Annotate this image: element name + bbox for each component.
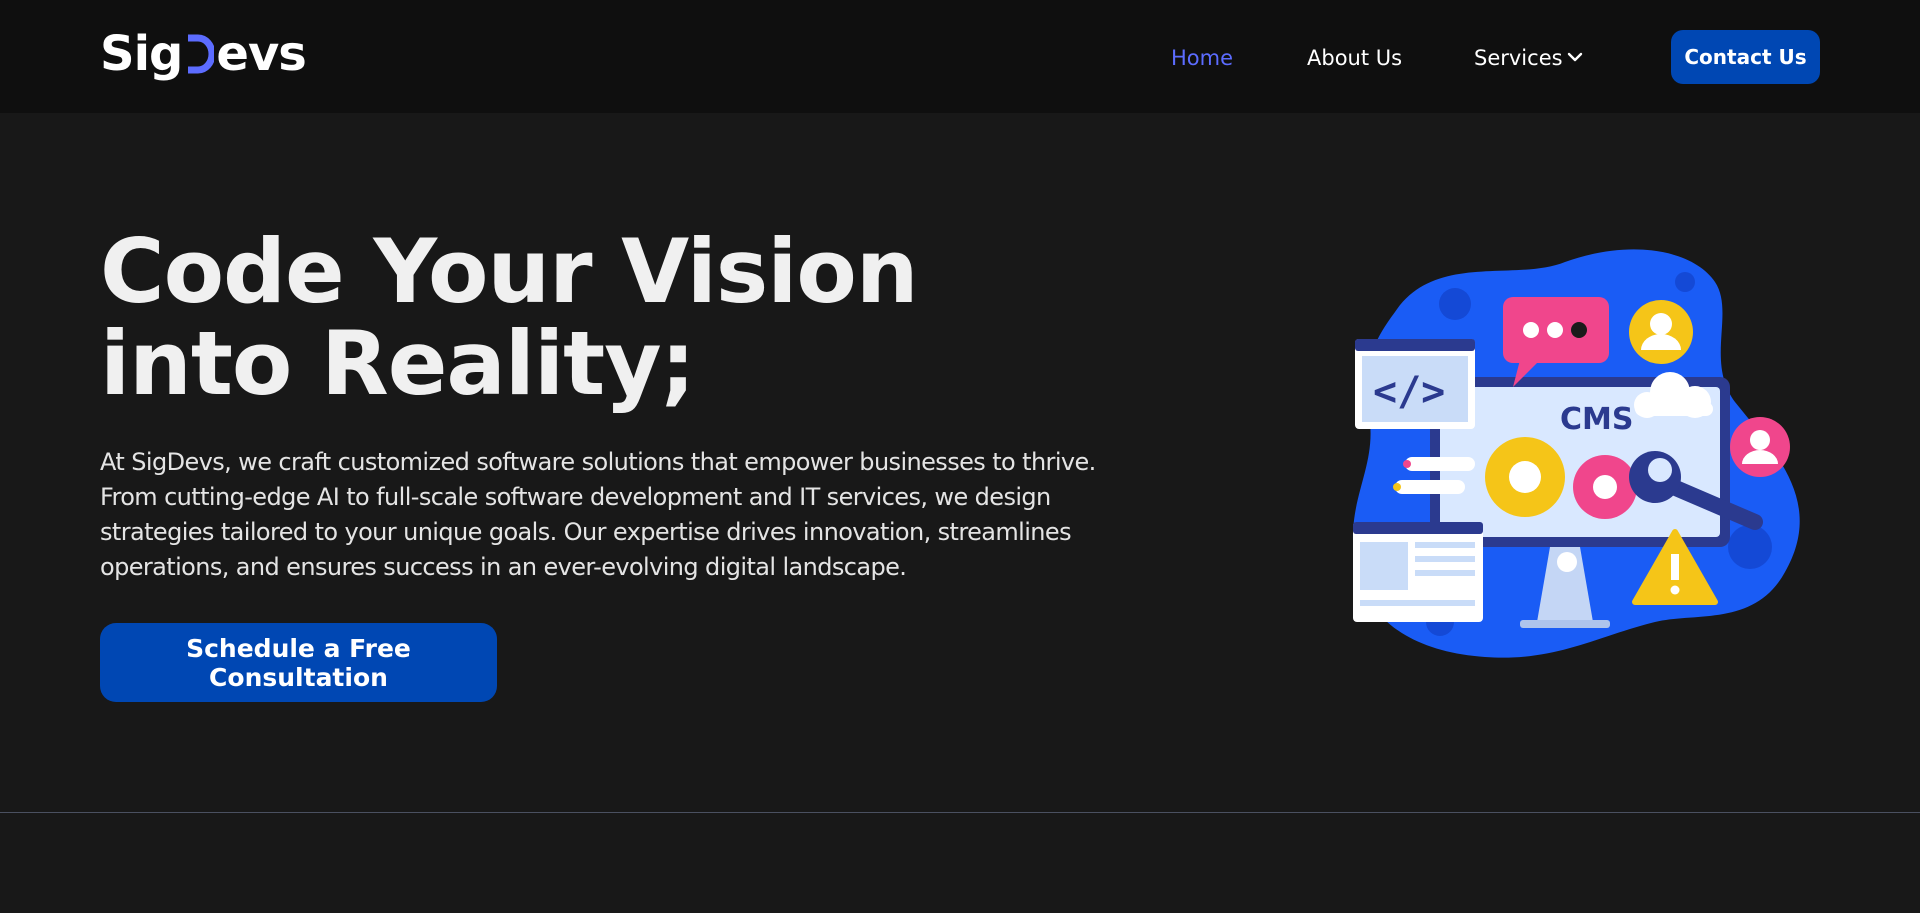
hero-title-line1: Code Your Vision <box>100 220 919 323</box>
site-header: Sig evs Home About Us Services Contact U… <box>0 0 1920 113</box>
gear-yellow-icon <box>1485 437 1565 517</box>
logo-d-icon <box>188 34 215 74</box>
avatar-yellow-icon <box>1629 300 1693 364</box>
logo-text-suffix: evs <box>216 26 306 82</box>
hero-description: At SigDevs, we craft customized software… <box>100 448 1096 581</box>
cms-label: CMS <box>1560 402 1633 437</box>
gear-pink-icon <box>1573 455 1637 519</box>
contact-us-button[interactable]: Contact Us <box>1671 30 1820 84</box>
nav-about-us[interactable]: About Us <box>1307 44 1402 72</box>
hero-title: Code Your Vision into Reality; <box>100 220 919 415</box>
image-window-icon <box>1353 522 1483 622</box>
hero-title-line2: into Reality; <box>100 312 696 415</box>
chevron-down-icon[interactable] <box>1565 47 1585 67</box>
schedule-consultation-button[interactable]: Schedule a Free Consultation <box>100 623 497 702</box>
avatar-pink-icon <box>1730 417 1790 477</box>
svg-text:</>: </> <box>1373 369 1445 415</box>
cms-illustration: CMS </> <box>1352 249 1800 658</box>
nav-home[interactable]: Home <box>1171 44 1233 72</box>
nav-services[interactable]: Services <box>1474 44 1563 72</box>
logo[interactable]: Sig evs <box>100 24 307 84</box>
code-window-icon: </> <box>1355 339 1475 429</box>
logo-text-prefix: Sig <box>100 26 183 82</box>
section-divider <box>0 812 1920 813</box>
